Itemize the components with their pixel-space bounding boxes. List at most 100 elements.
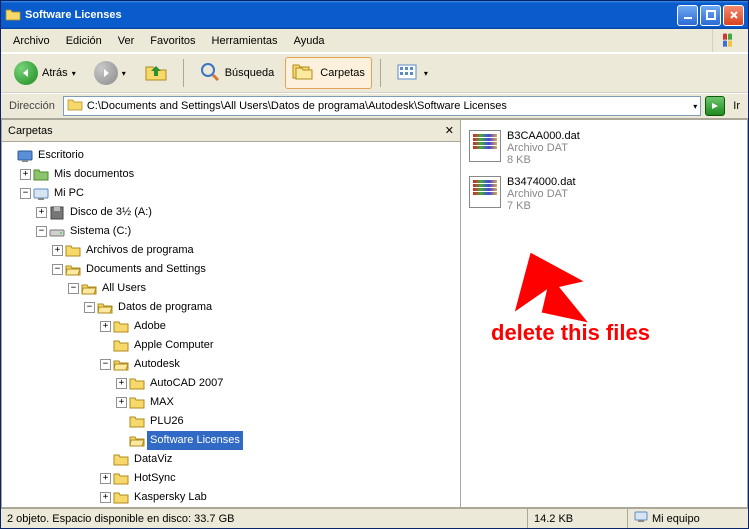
close-button[interactable] — [723, 5, 744, 26]
close-panel-icon[interactable]: ✕ — [445, 124, 454, 137]
tree-adobe[interactable]: Adobe — [131, 317, 169, 336]
chevron-down-icon: ▾ — [424, 69, 428, 78]
address-field[interactable]: ▾ — [63, 96, 701, 116]
windows-flag-icon — [712, 29, 748, 52]
address-label: Dirección — [5, 100, 59, 112]
folder-open-icon — [81, 281, 97, 297]
tree-autodesk[interactable]: Autodesk — [131, 355, 183, 374]
menu-archivo[interactable]: Archivo — [5, 33, 58, 49]
dat-file-icon — [469, 130, 501, 162]
folder-icon — [113, 338, 129, 354]
file-item[interactable]: B3CAA000.dat Archivo DAT 8 KB — [465, 128, 743, 168]
folder-icon — [129, 414, 145, 430]
tree-datosprog[interactable]: Datos de programa — [115, 298, 215, 317]
tree-mydocs[interactable]: Mis documentos — [51, 165, 137, 184]
expand-toggle[interactable]: + — [100, 492, 111, 503]
chevron-down-icon[interactable]: ▾ — [693, 102, 697, 111]
tree-header: Carpetas — [8, 125, 53, 137]
back-button[interactable]: Atrás ▾ — [7, 57, 83, 89]
folder-icon — [113, 452, 129, 468]
tree-mypc[interactable]: Mi PC — [51, 184, 87, 203]
expand-toggle[interactable]: + — [52, 245, 63, 256]
menu-favoritos[interactable]: Favoritos — [142, 33, 203, 49]
expand-toggle[interactable]: + — [116, 378, 127, 389]
folder-icon — [67, 97, 83, 116]
tree-floppy[interactable]: Disco de 3½ (A:) — [67, 203, 155, 222]
tree-autocad[interactable]: AutoCAD 2007 — [147, 374, 226, 393]
go-label: Ir — [729, 100, 744, 112]
tree-max[interactable]: MAX — [147, 393, 177, 412]
dat-file-icon — [469, 176, 501, 208]
expand-toggle[interactable]: − — [20, 188, 31, 199]
file-size: 8 KB — [507, 154, 580, 166]
tree-kaspersky[interactable]: Kaspersky Lab — [131, 488, 210, 507]
tree-sysc[interactable]: Sistema (C:) — [67, 222, 134, 241]
addressbar: Dirección ▾ Ir — [1, 93, 748, 119]
menu-ver[interactable]: Ver — [110, 33, 143, 49]
back-arrow-icon — [14, 61, 38, 85]
content-area: Carpetas ✕ Escritorio + Mis documentos − M… — [1, 119, 748, 508]
folder-tree-panel: Carpetas ✕ Escritorio + Mis documentos − M… — [1, 119, 461, 508]
file-list-panel[interactable]: B3CAA000.dat Archivo DAT 8 KB B3474000.d… — [461, 119, 748, 508]
expand-toggle[interactable]: + — [36, 207, 47, 218]
status-size: 14.2 KB — [528, 509, 628, 528]
menu-herramientas[interactable]: Herramientas — [204, 33, 286, 49]
tree-swlicenses[interactable]: Software Licenses — [147, 431, 243, 450]
tree-dataviz[interactable]: DataViz — [131, 450, 175, 469]
expand-toggle[interactable]: + — [20, 169, 31, 180]
views-icon — [396, 62, 420, 85]
folder-open-icon — [65, 262, 81, 278]
menu-ayuda[interactable]: Ayuda — [286, 33, 333, 49]
tree-desktop[interactable]: Escritorio — [35, 146, 87, 165]
titlebar[interactable]: Software Licenses — [1, 1, 748, 29]
toolbar: Atrás ▾ ▾ Búsqueda Carpetas — [1, 53, 748, 93]
file-name: B3CAA000.dat — [507, 130, 580, 142]
expand-toggle[interactable]: − — [84, 302, 95, 313]
search-label: Búsqueda — [225, 67, 275, 79]
expand-toggle[interactable]: + — [100, 473, 111, 484]
address-input[interactable] — [87, 100, 689, 112]
folder-icon — [129, 395, 145, 411]
folders-label: Carpetas — [320, 67, 365, 79]
annotation-arrow-icon — [501, 250, 591, 340]
folder-icon — [65, 243, 81, 259]
tree-hotsync[interactable]: HotSync — [131, 469, 179, 488]
expand-toggle[interactable]: − — [100, 359, 111, 370]
tree-apple[interactable]: Apple Computer — [131, 336, 217, 355]
expand-toggle[interactable]: + — [116, 397, 127, 408]
tree-docsettings[interactable]: Documents and Settings — [83, 260, 209, 279]
search-button[interactable]: Búsqueda — [192, 57, 282, 89]
menu-edicion[interactable]: Edición — [58, 33, 110, 49]
expand-toggle[interactable]: − — [52, 264, 63, 275]
file-item[interactable]: B3474000.dat Archivo DAT 7 KB — [465, 174, 743, 214]
forward-button[interactable]: ▾ — [87, 57, 133, 89]
separator — [380, 59, 381, 87]
go-button[interactable] — [705, 96, 725, 116]
computer-icon — [33, 186, 49, 202]
maximize-button[interactable] — [700, 5, 721, 26]
tree-plu26[interactable]: PLU26 — [147, 412, 187, 431]
up-button[interactable] — [137, 57, 175, 89]
chevron-down-icon: ▾ — [122, 69, 126, 78]
statusbar: 2 objeto. Espacio disponible en disco: 3… — [1, 508, 748, 528]
expand-toggle[interactable]: − — [36, 226, 47, 237]
folders-button[interactable]: Carpetas — [285, 57, 372, 89]
status-location: Mi equipo — [652, 513, 700, 525]
expand-toggle[interactable]: − — [68, 283, 79, 294]
desktop-icon — [17, 148, 33, 164]
back-label: Atrás — [42, 67, 68, 79]
file-name: B3474000.dat — [507, 176, 576, 188]
expand-toggle[interactable]: + — [100, 321, 111, 332]
tree-archprog[interactable]: Archivos de programa — [83, 241, 197, 260]
views-button[interactable]: ▾ — [389, 57, 435, 89]
folder-icon — [5, 7, 21, 23]
menubar: Archivo Edición Ver Favoritos Herramient… — [1, 29, 748, 53]
annotation-text: delete this files — [491, 320, 650, 346]
file-type: Archivo DAT — [507, 188, 576, 200]
folder-tree[interactable]: Escritorio + Mis documentos − Mi PC + Disco… — [2, 142, 460, 507]
window-title: Software Licenses — [25, 9, 677, 21]
file-size: 7 KB — [507, 200, 576, 212]
folder-icon — [113, 490, 129, 506]
minimize-button[interactable] — [677, 5, 698, 26]
tree-allusers[interactable]: All Users — [99, 279, 149, 298]
